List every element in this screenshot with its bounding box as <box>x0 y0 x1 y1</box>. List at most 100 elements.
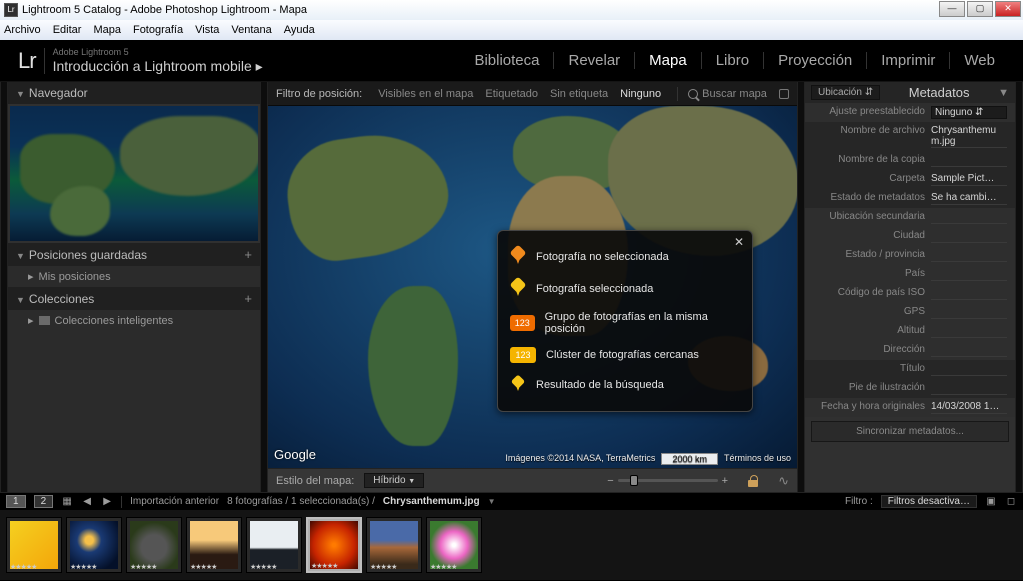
grid-view-icon[interactable]: ▦ <box>61 496 73 508</box>
zoom-out-icon[interactable]: − <box>607 475 613 487</box>
filmstrip[interactable]: ★★★★★★★★★★★★★★★★★★★★★★★★★★★★★★★★★★★★★★★★ <box>0 510 1023 580</box>
metadata-value[interactable] <box>931 211 1007 224</box>
cluster-group-icon: 123 <box>510 315 535 331</box>
menu-fotografía[interactable]: Fotografía <box>133 24 183 36</box>
module-proyección[interactable]: Proyección <box>764 52 867 69</box>
thumbnail[interactable]: ★★★★★ <box>426 517 482 573</box>
map-terms-link[interactable]: Términos de uso <box>724 453 791 465</box>
screen-2-button[interactable]: 2 <box>34 495 54 508</box>
maximize-button[interactable]: ▢ <box>967 1 993 17</box>
preset-label: Ajuste preestablecido <box>813 106 925 117</box>
metadata-value[interactable]: Se ha cambi… <box>931 192 1007 205</box>
menu-vista[interactable]: Vista <box>195 24 219 36</box>
strip-filter-select[interactable]: Filtros desactiva… <box>881 495 977 508</box>
metadata-value[interactable] <box>931 287 1007 300</box>
strip-filter-label: Filtro : <box>845 496 873 507</box>
thumbnail-image <box>70 521 118 569</box>
metadata-value[interactable] <box>931 344 1007 357</box>
metadata-value[interactable]: 14/03/2008 1… <box>931 401 1007 414</box>
metadata-value[interactable]: Sample Pict… <box>931 173 1007 186</box>
metadata-label: Pie de ilustración <box>813 382 925 393</box>
metadata-value[interactable] <box>931 230 1007 243</box>
identity-plate[interactable]: Introducción a Lightroom mobile ▸ <box>53 58 263 75</box>
thumbnail[interactable]: ★★★★★ <box>366 517 422 573</box>
zoom-slider[interactable] <box>618 479 718 482</box>
filter-ninguno[interactable]: Ninguno <box>614 88 667 100</box>
filmstrip-info-bar: 1 2 ▦ ◀ ▶ Importación anterior 8 fotogra… <box>0 492 1023 510</box>
saved-locations-header[interactable]: ▼Posiciones guardadas+ <box>8 243 260 266</box>
metadata-label: Título <box>813 363 925 374</box>
close-button[interactable]: ✕ <box>995 1 1021 17</box>
metadata-value[interactable] <box>931 325 1007 338</box>
metadata-value[interactable] <box>931 306 1007 319</box>
metadata-label: Código de país ISO <box>813 287 925 298</box>
sync-metadata-button[interactable]: Sincronizar metadatos... <box>811 421 1009 442</box>
filter-etiquetado[interactable]: Etiquetado <box>479 88 544 100</box>
menu-archivo[interactable]: Archivo <box>4 24 41 36</box>
navigator-label: Navegador <box>29 86 88 100</box>
metadata-label: Carpeta <box>813 173 925 184</box>
module-libro[interactable]: Libro <box>702 52 764 69</box>
module-web[interactable]: Web <box>950 52 1009 69</box>
legend-close-icon[interactable]: ✕ <box>734 235 744 249</box>
metadata-value[interactable] <box>931 154 1007 167</box>
right-inner-grip[interactable] <box>797 82 805 492</box>
metadata-title[interactable]: Metadatos <box>909 85 970 100</box>
search-map[interactable]: Buscar mapa <box>688 88 767 100</box>
next-icon[interactable]: ▶ <box>101 496 113 508</box>
metadata-value[interactable] <box>931 382 1007 395</box>
prev-icon[interactable]: ◀ <box>81 496 93 508</box>
thumbnail[interactable]: ★★★★★ <box>186 517 242 573</box>
map-style-bar: Estilo del mapa: Híbrido ▼ − + ∿ <box>268 468 797 492</box>
menu-editar[interactable]: Editar <box>53 24 82 36</box>
module-imprimir[interactable]: Imprimir <box>867 52 950 69</box>
metadata-value[interactable]: Chrysanthemum.jpg <box>931 125 1007 148</box>
filter-flag-icon[interactable]: ▣ <box>985 496 997 508</box>
add-saved-location-icon[interactable]: + <box>244 247 252 262</box>
thumbnail[interactable]: ★★★★★ <box>306 517 362 573</box>
thumbnail[interactable]: ★★★★★ <box>6 517 62 573</box>
route-icon[interactable]: ∿ <box>778 473 789 489</box>
minimize-button[interactable]: — <box>939 1 965 17</box>
metadata-collapse-icon[interactable]: ▼ <box>998 87 1009 99</box>
thumbnail[interactable]: ★★★★★ <box>246 517 302 573</box>
lock-icon[interactable] <box>746 474 760 488</box>
navigator-map[interactable] <box>10 106 258 241</box>
source-label[interactable]: Importación anterior <box>130 496 219 507</box>
my-locations-item[interactable]: ▸Mis posiciones <box>8 266 260 287</box>
metadata-value[interactable] <box>931 249 1007 262</box>
collections-header[interactable]: ▼Colecciones+ <box>8 287 260 310</box>
smart-collections-label: Colecciones inteligentes <box>55 315 174 327</box>
window-title: Lightroom 5 Catalog - Adobe Photoshop Li… <box>22 4 307 16</box>
metadata-scope-select[interactable]: Ubicación ⇵ <box>811 85 880 100</box>
navigator-header[interactable]: ▼Navegador <box>8 82 260 104</box>
rating-stars: ★★★★★ <box>370 563 396 571</box>
filter-sin-etiqueta[interactable]: Sin etiqueta <box>544 88 614 100</box>
menu-ayuda[interactable]: Ayuda <box>284 24 315 36</box>
menu-mapa[interactable]: Mapa <box>93 24 121 36</box>
module-mapa[interactable]: Mapa <box>635 52 702 69</box>
thumbnail[interactable]: ★★★★★ <box>66 517 122 573</box>
module-revelar[interactable]: Revelar <box>554 52 635 69</box>
right-grip[interactable] <box>1015 82 1023 492</box>
filter-lock-icon[interactable]: ◻ <box>1005 496 1017 508</box>
main-map[interactable]: Google Imágenes ©2014 NASA, TerraMetrics… <box>268 106 797 468</box>
rating-stars: ★★★★★ <box>70 563 96 571</box>
add-collection-icon[interactable]: + <box>244 291 252 306</box>
lock-filter-icon[interactable] <box>779 89 789 99</box>
smart-collections-item[interactable]: ▸Colecciones inteligentes <box>8 310 260 331</box>
metadata-value[interactable] <box>931 268 1007 281</box>
filter-visibles-en-el-mapa[interactable]: Visibles en el mapa <box>372 88 479 100</box>
metadata-label: Fecha y hora originales <box>813 401 925 412</box>
module-biblioteca[interactable]: Biblioteca <box>460 52 554 69</box>
menu-ventana[interactable]: Ventana <box>231 24 271 36</box>
metadata-value[interactable] <box>931 363 1007 376</box>
preset-select[interactable]: Ninguno ⇵ <box>931 106 1007 119</box>
thumbnail[interactable]: ★★★★★ <box>126 517 182 573</box>
left-grip[interactable] <box>0 82 8 492</box>
zoom-in-icon[interactable]: + <box>722 475 728 487</box>
left-inner-grip[interactable] <box>260 82 268 492</box>
metadata-row: Pie de ilustración <box>805 379 1015 398</box>
map-style-select[interactable]: Híbrido ▼ <box>364 473 424 488</box>
screen-1-button[interactable]: 1 <box>6 495 26 508</box>
